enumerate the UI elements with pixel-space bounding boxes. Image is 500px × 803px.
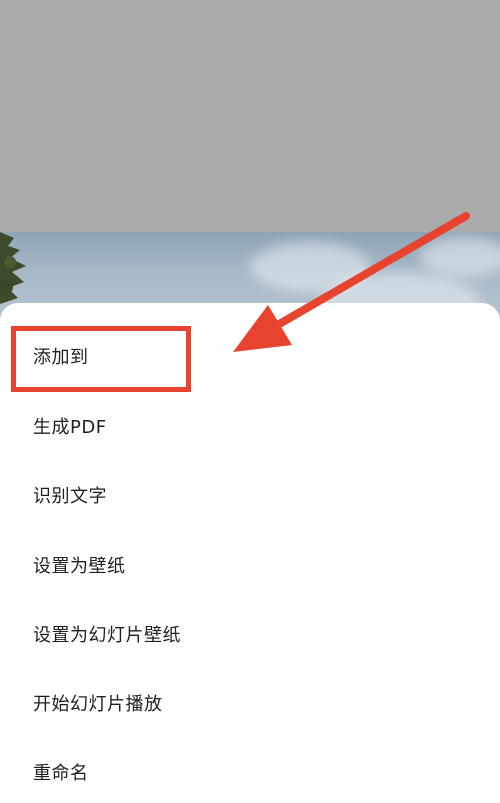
dim-overlay[interactable] <box>0 0 500 232</box>
menu-item-rename[interactable]: 重命名 <box>33 759 89 785</box>
menu-item-set-wallpaper[interactable]: 设置为壁纸 <box>33 552 126 578</box>
menu-item-set-slideshow-wallpaper[interactable]: 设置为幻灯片壁纸 <box>33 621 181 647</box>
menu-item-recognize-text[interactable]: 识别文字 <box>33 482 107 508</box>
highlight-box <box>11 326 191 392</box>
tree-silhouette <box>0 232 26 304</box>
menu-item-generate-pdf[interactable]: 生成PDF <box>33 413 107 439</box>
menu-item-start-slideshow[interactable]: 开始幻灯片播放 <box>33 690 163 716</box>
